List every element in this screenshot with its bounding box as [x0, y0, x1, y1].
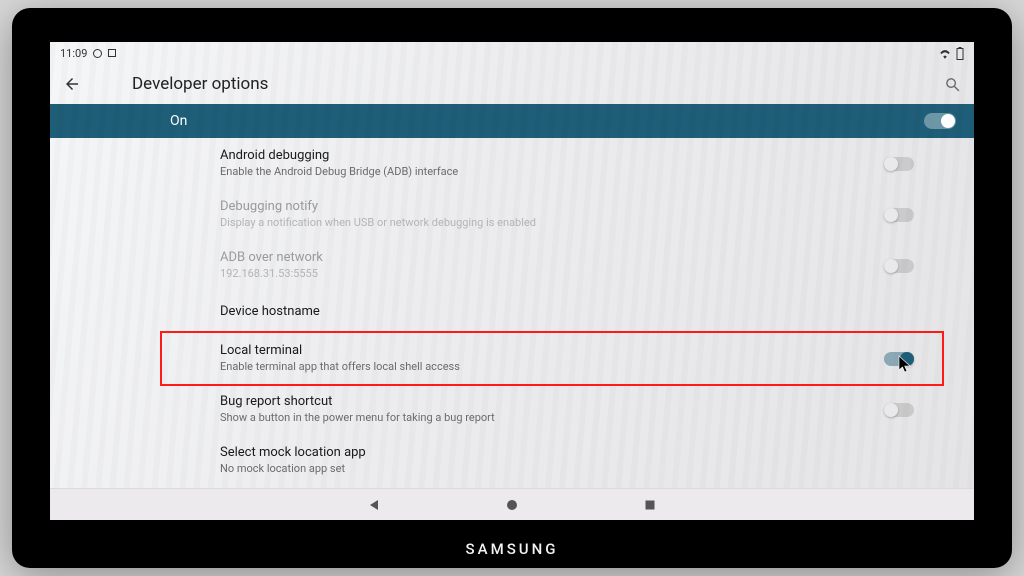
back-button[interactable]	[62, 75, 82, 93]
row-subtitle: 192.168.31.53:5555	[220, 267, 864, 281]
page-title: Developer options	[132, 74, 268, 94]
master-switch[interactable]	[924, 113, 956, 129]
master-label: On	[170, 113, 187, 129]
nav-recents-button[interactable]	[641, 496, 659, 514]
monitor-bezel: SAMSUNG 11:09 Developer options	[12, 8, 1012, 568]
row-adb-over-network: ADB over network 192.168.31.53:5555	[220, 240, 914, 291]
row-local-terminal[interactable]: Local terminal Enable terminal app that …	[220, 333, 914, 384]
switch-bug-report-shortcut[interactable]	[884, 403, 914, 417]
row-subtitle: Display a notification when USB or netwo…	[220, 216, 864, 230]
status-bar: 11:09	[50, 42, 974, 64]
wifi-icon	[938, 47, 952, 59]
switch-local-terminal[interactable]	[884, 352, 914, 366]
status-icon	[108, 49, 116, 57]
nav-back-icon	[367, 498, 381, 512]
row-title: Bug report shortcut	[220, 394, 864, 410]
row-debugging-notify: Debugging notify Display a notification …	[220, 189, 914, 240]
row-device-hostname[interactable]: Device hostname	[220, 291, 914, 333]
row-title: Debugging notify	[220, 199, 864, 215]
master-toggle-bar[interactable]: On	[50, 104, 974, 138]
status-time: 11:09	[60, 47, 87, 60]
row-subtitle: Show a button in the power menu for taki…	[220, 411, 864, 425]
app-bar: Developer options	[50, 64, 974, 104]
switch-adb-over-network	[884, 259, 914, 273]
row-title: Local terminal	[220, 343, 864, 359]
android-screen: 11:09 Developer options On	[50, 42, 974, 520]
search-icon	[944, 76, 961, 93]
back-arrow-icon	[63, 75, 81, 93]
switch-android-debugging[interactable]	[884, 157, 914, 171]
row-subtitle: Enable the Android Debug Bridge (ADB) in…	[220, 165, 864, 179]
row-title: Select mock location app	[220, 445, 894, 461]
row-bug-report-shortcut[interactable]: Bug report shortcut Show a button in the…	[220, 384, 914, 435]
row-subtitle: Enable terminal app that offers local sh…	[220, 360, 864, 374]
battery-icon	[956, 47, 964, 60]
row-title: ADB over network	[220, 250, 864, 266]
search-button[interactable]	[942, 76, 962, 93]
nav-home-icon	[505, 498, 519, 512]
clock-icon	[93, 49, 102, 58]
nav-home-button[interactable]	[503, 496, 521, 514]
row-title: Android debugging	[220, 148, 864, 164]
row-select-mock-location[interactable]: Select mock location app No mock locatio…	[220, 435, 914, 486]
switch-debugging-notify	[884, 208, 914, 222]
row-subtitle: No mock location app set	[220, 462, 894, 476]
nav-back-button[interactable]	[365, 496, 383, 514]
monitor-brand: SAMSUNG	[466, 540, 559, 558]
navigation-bar	[50, 488, 974, 520]
row-title: Device hostname	[220, 304, 894, 320]
nav-recents-icon	[643, 498, 657, 512]
settings-list: Android debugging Enable the Android Deb…	[50, 138, 974, 486]
row-android-debugging[interactable]: Android debugging Enable the Android Deb…	[220, 138, 914, 189]
